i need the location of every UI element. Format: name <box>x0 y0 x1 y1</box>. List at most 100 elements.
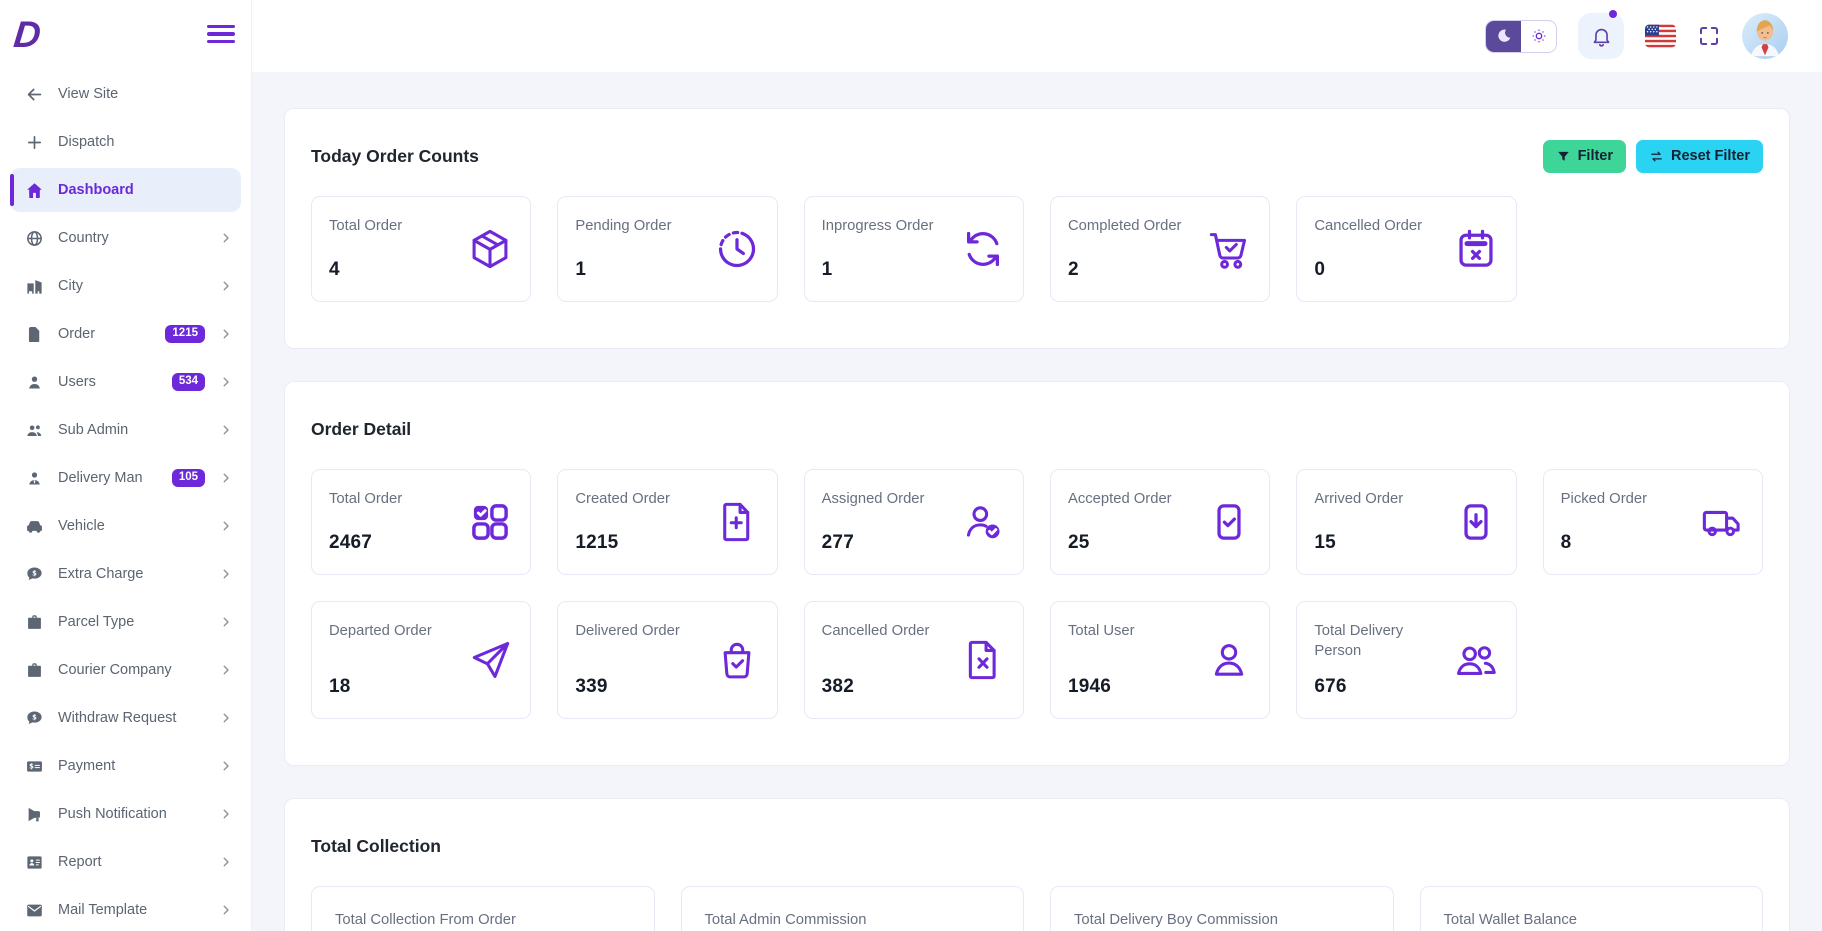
page-content: Today Order Counts Filter Reset Filter T… <box>252 72 1822 931</box>
stat-card-value: 2 <box>1068 259 1182 281</box>
hamburger-icon[interactable] <box>207 21 235 47</box>
reset-filter-button[interactable]: Reset Filter <box>1636 140 1763 173</box>
stat-card-text: Arrived Order 15 <box>1314 487 1403 557</box>
today-order-counts-panel: Today Order Counts Filter Reset Filter T… <box>284 108 1790 349</box>
stat-card-text: Departed Order 18 <box>329 619 432 701</box>
sidebar-item-country[interactable]: Country <box>10 216 241 260</box>
sidebar-item-dispatch[interactable]: Dispatch <box>10 120 241 164</box>
sidebar-item-vehicle[interactable]: Vehicle <box>10 504 241 548</box>
stat-card-arrived-order: Arrived Order 15 <box>1296 469 1516 575</box>
order-detail-title: Order Detail <box>311 419 411 440</box>
stat-card-total-admin-commission: Total Admin Commission 17335.39₵ $ <box>681 886 1025 931</box>
stat-card-value: 15 <box>1314 532 1403 554</box>
theme-toggle[interactable] <box>1485 20 1557 53</box>
person-check-icon <box>960 499 1006 545</box>
stat-card-label: Total Collection From Order <box>335 911 516 931</box>
stat-card-label: Delivered Order <box>575 622 679 642</box>
filter-button-label: Filter <box>1578 148 1613 164</box>
user-avatar[interactable] <box>1742 13 1788 59</box>
stat-card-label: Created Order <box>575 490 670 510</box>
stat-card-delivered-order: Delivered Order 339 <box>557 601 777 719</box>
sidebar-item-courier-company[interactable]: Courier Company <box>10 648 241 692</box>
chevron-right-icon <box>219 567 233 581</box>
order-detail-cards: Total Order 2467 Created Order 1215 Assi… <box>311 469 1763 719</box>
moon-icon[interactable] <box>1486 21 1521 52</box>
app-logo[interactable]: D <box>12 16 41 53</box>
stat-card-label: Departed Order <box>329 622 432 642</box>
sidebar-item-label: View Site <box>58 86 233 102</box>
sun-icon[interactable] <box>1521 21 1556 52</box>
card-check-icon <box>1206 499 1252 545</box>
stat-card-value: 18 <box>329 676 432 698</box>
people-group-icon <box>25 421 44 440</box>
sidebar-item-payment[interactable]: $ Payment <box>10 744 241 788</box>
stat-card-label: Accepted Order <box>1068 490 1172 510</box>
file-plus-icon <box>714 499 760 545</box>
arrow-left-icon <box>25 85 44 104</box>
notifications-button[interactable] <box>1578 13 1624 59</box>
stat-card-label: Completed Order <box>1068 217 1182 237</box>
chat-dollar-icon: $ <box>25 565 44 584</box>
delivery-man-icon <box>25 469 44 488</box>
sidebar-item-sub-admin[interactable]: Sub Admin <box>10 408 241 452</box>
stat-card-label: Picked Order <box>1561 490 1647 510</box>
sidebar-item-dashboard[interactable]: Dashboard <box>10 168 241 212</box>
stat-card-total-user: Total User 1946 <box>1050 601 1270 719</box>
us-flag-icon[interactable] <box>1645 24 1676 48</box>
total-collection-panel: Total Collection Total Collection From O… <box>284 798 1790 931</box>
sidebar-item-report[interactable]: Report <box>10 840 241 884</box>
clock-icon <box>714 226 760 272</box>
stat-card-text: Picked Order 8 <box>1561 487 1647 557</box>
chevron-right-icon <box>219 279 233 293</box>
chevron-right-icon <box>219 855 233 869</box>
stat-card-total-order: Total Order 2467 <box>311 469 531 575</box>
cart-check-icon <box>1206 226 1252 272</box>
total-collection-cards: Total Collection From Order 2696650.73₵ … <box>311 886 1763 931</box>
stat-card-text: Total Order 4 <box>329 214 402 284</box>
stat-card-text: Inprogress Order 1 <box>822 214 934 284</box>
stat-card-text: Total Order 2467 <box>329 487 402 557</box>
sidebar-item-label: Withdraw Request <box>58 710 205 726</box>
sidebar-item-order[interactable]: Order 1215 <box>10 312 241 356</box>
stat-card-value: 1215 <box>575 532 670 554</box>
sidebar-item-parcel-type[interactable]: Parcel Type <box>10 600 241 644</box>
chevron-right-icon <box>219 327 233 341</box>
stat-card-value: 1946 <box>1068 676 1135 698</box>
stat-card-value: 676 <box>1314 676 1444 698</box>
truck-icon <box>1699 499 1745 545</box>
sidebar-item-mail-template[interactable]: Mail Template <box>10 888 241 931</box>
sidebar-item-label: Delivery Man <box>58 470 158 486</box>
filter-button[interactable]: Filter <box>1543 140 1626 173</box>
sidebar-item-city[interactable]: City <box>10 264 241 308</box>
stat-card-text: Cancelled Order 0 <box>1314 214 1422 284</box>
reset-filter-button-label: Reset Filter <box>1671 148 1750 164</box>
stat-card-value: 2467 <box>329 532 402 554</box>
sidebar-header: D <box>0 0 251 68</box>
sidebar-item-view-site[interactable]: View Site <box>10 72 241 116</box>
sidebar-item-label: Report <box>58 854 205 870</box>
sidebar-item-extra-charge[interactable]: $ Extra Charge <box>10 552 241 596</box>
stat-card-value: 4 <box>329 259 402 281</box>
topbar <box>252 0 1822 72</box>
chevron-right-icon <box>219 375 233 389</box>
stat-card-text: Pending Order 1 <box>575 214 671 284</box>
sidebar-item-label: Mail Template <box>58 902 205 918</box>
svg-text:$: $ <box>29 762 34 770</box>
chevron-right-icon <box>219 471 233 485</box>
sidebar-item-users[interactable]: Users 534 <box>10 360 241 404</box>
stat-card-total-delivery-person: Total Delivery Person 676 <box>1296 601 1516 719</box>
stat-card-value: 339 <box>575 676 679 698</box>
sidebar-item-withdraw-request[interactable]: $ Withdraw Request <box>10 696 241 740</box>
fullscreen-icon[interactable] <box>1697 24 1721 48</box>
stat-card-inprogress-order: Inprogress Order 1 <box>804 196 1024 302</box>
funnel-icon <box>1556 149 1571 164</box>
sidebar-item-label: Payment <box>58 758 205 774</box>
stat-card-cancelled-order: Cancelled Order 382 <box>804 601 1024 719</box>
sidebar-item-label: Country <box>58 230 205 246</box>
sidebar-item-delivery-man[interactable]: Delivery Man 105 <box>10 456 241 500</box>
sidebar-item-push-notification[interactable]: Push Notification <box>10 792 241 836</box>
sidebar-item-label: Sub Admin <box>58 422 205 438</box>
home-icon <box>25 181 44 200</box>
stat-card-label: Total Delivery Boy Commission <box>1074 911 1278 931</box>
sidebar-item-badge: 534 <box>172 373 205 391</box>
